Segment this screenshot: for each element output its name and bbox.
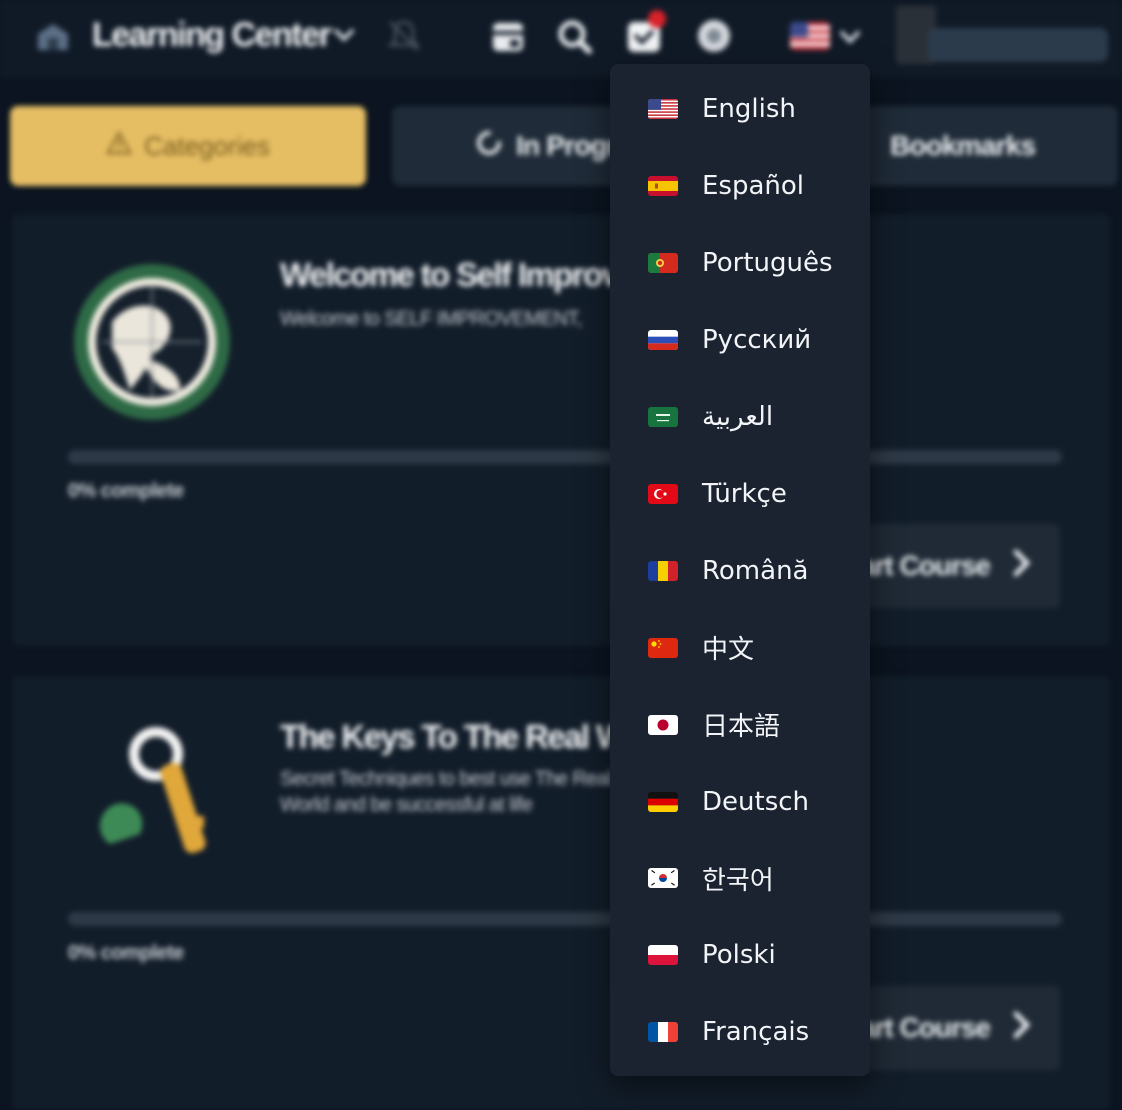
- language-option-german[interactable]: Deutsch: [610, 763, 870, 840]
- japan-flag-icon: [648, 714, 678, 735]
- logo-icon[interactable]: [34, 20, 72, 52]
- course-card[interactable]: Welcome to Self Improvement Welcome to S…: [12, 214, 1110, 646]
- language-label: 한국어: [702, 865, 774, 896]
- turkey-flag-icon: [648, 483, 678, 504]
- tab-bookmarks[interactable]: Bookmarks: [848, 106, 1118, 186]
- language-label: Deutsch: [702, 786, 810, 817]
- progress-icon: [474, 128, 504, 165]
- tab-label: Bookmarks: [890, 130, 1036, 161]
- calendar-icon[interactable]: [488, 16, 528, 56]
- language-label: Português: [702, 248, 833, 279]
- language-label: Français: [702, 1017, 810, 1048]
- language-label: Türkçe: [702, 478, 787, 509]
- language-label: English: [702, 94, 796, 125]
- chevron-down-icon[interactable]: [838, 26, 862, 48]
- korea-flag-icon: [648, 868, 678, 889]
- language-option-polish[interactable]: Polski: [610, 917, 870, 994]
- course-description: Secret Techniques to best use The Real W…: [280, 768, 612, 816]
- keys-icon: [90, 726, 220, 866]
- top-navigation-bar: Learning Center: [0, 0, 1122, 78]
- language-label: 日本語: [702, 712, 781, 743]
- saudi-flag-icon: [648, 407, 678, 428]
- france-flag-icon: [648, 1022, 678, 1043]
- portugal-flag-icon: [648, 253, 678, 274]
- language-option-turkish[interactable]: Türkçe: [610, 456, 870, 533]
- notification-badge: [648, 10, 666, 28]
- language-label: العربية: [702, 402, 774, 433]
- language-option-spanish[interactable]: Español: [610, 148, 870, 225]
- language-option-portuguese[interactable]: Português: [610, 225, 870, 302]
- support-icon[interactable]: [694, 16, 734, 56]
- russia-flag-icon: [648, 330, 678, 351]
- poland-flag-icon: [648, 945, 678, 966]
- course-description: Welcome to SELF IMPROVEMENT,: [280, 308, 582, 330]
- user-menu[interactable]: [928, 28, 1108, 62]
- china-flag-icon: [648, 637, 678, 658]
- romania-flag-icon: [648, 560, 678, 581]
- chevron-down-icon[interactable]: [332, 24, 356, 46]
- warning-icon: [106, 129, 133, 162]
- language-option-japanese[interactable]: 日本語: [610, 686, 870, 763]
- chevron-right-icon: [1012, 1010, 1032, 1047]
- chevron-right-icon: [1012, 548, 1032, 585]
- globe-logo-icon: [72, 262, 232, 422]
- language-label: Română: [702, 555, 809, 586]
- language-label: Русский: [702, 325, 812, 356]
- language-option-korean[interactable]: 한국어: [610, 840, 870, 917]
- progress-bar: [68, 912, 1062, 926]
- germany-flag-icon: [648, 791, 678, 812]
- search-icon[interactable]: [554, 16, 594, 56]
- language-label: 中文: [702, 635, 755, 666]
- language-label: Español: [702, 171, 805, 202]
- language-option-chinese[interactable]: 中文: [610, 609, 870, 686]
- language-option-romanian[interactable]: Română: [610, 532, 870, 609]
- language-dropdown-menu: English Español Português Русский العربي…: [610, 64, 870, 1076]
- notifications-muted-icon[interactable]: [384, 16, 424, 56]
- progress-label: 0% complete: [68, 480, 184, 502]
- language-label: Polski: [702, 940, 776, 971]
- app-background: Learning Center Categories In Progress B…: [0, 0, 1122, 1110]
- language-option-french[interactable]: Français: [610, 994, 870, 1071]
- tab-categories[interactable]: Categories: [10, 106, 366, 186]
- spain-flag-icon: [648, 176, 678, 197]
- category-tabs: Categories In Progress Bookmarks: [0, 100, 1122, 190]
- course-card[interactable]: The Keys To The Real World Secret Techni…: [12, 676, 1110, 1110]
- us-flag-icon: [648, 99, 678, 120]
- language-option-arabic[interactable]: العربية: [610, 379, 870, 456]
- progress-label: 0% complete: [68, 942, 184, 964]
- app-title[interactable]: Learning Center: [92, 16, 332, 55]
- language-option-russian[interactable]: Русский: [610, 302, 870, 379]
- tab-label: Categories: [144, 130, 270, 161]
- language-option-english[interactable]: English: [610, 71, 870, 148]
- language-selector[interactable]: [790, 22, 830, 50]
- progress-bar: [68, 450, 1062, 464]
